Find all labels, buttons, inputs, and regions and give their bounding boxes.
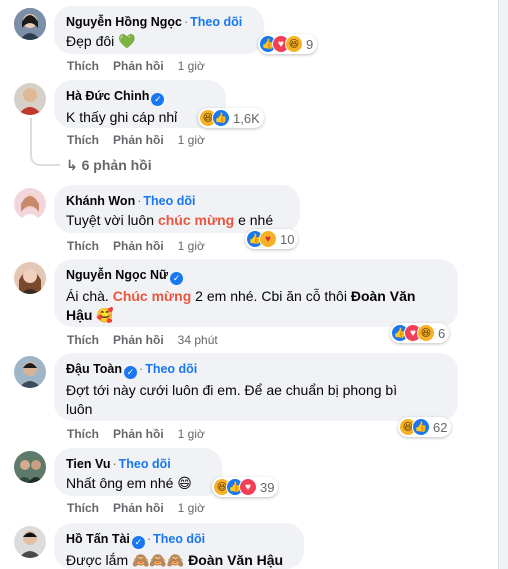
follow-button[interactable]: Theo dõi — [119, 457, 171, 471]
avatar-photo-icon — [14, 83, 46, 115]
timestamp[interactable]: 1 giờ — [178, 59, 205, 73]
reaction-count: 10 — [280, 231, 295, 247]
mention-link[interactable]: Đoàn Văn — [351, 288, 416, 304]
comment-bubble: Nguyễn Hồng Ngọc · Theo dõi Đẹp đôi 💚 — [54, 6, 264, 54]
reply-button[interactable]: Phản hồi — [113, 59, 164, 73]
commenter-name[interactable]: Nguyễn Hồng Ngọc — [66, 15, 182, 29]
verified-badge-icon: ✓ — [124, 366, 138, 379]
reaction-count: 1,6K — [233, 110, 260, 126]
comment-text: K thấy ghi cáp nhỉ — [66, 109, 178, 125]
timestamp[interactable]: 34 phút — [178, 333, 218, 347]
avatar-photo-icon — [14, 262, 46, 294]
avatar-photo-icon — [14, 451, 46, 483]
haha-reaction-icon: 😆 — [417, 324, 435, 342]
avatar-photo-icon — [14, 8, 46, 40]
comment-text: Đẹp đôi 💚 — [66, 33, 136, 49]
like-button[interactable]: Thích — [67, 239, 99, 253]
comment-text: Tuyệt vời luôn chúc mừng e nhé — [66, 212, 274, 228]
reaction-summary[interactable]: 😆 👍 62 — [398, 417, 452, 437]
thread-line — [30, 118, 60, 166]
mention-link[interactable]: Đoàn Văn Hậu — [188, 552, 283, 568]
follow-button[interactable]: Theo dõi — [153, 532, 205, 546]
comment-actions: Thích Phản hồi 1 giờ — [67, 59, 219, 73]
like-reaction-icon: 👍 — [212, 109, 230, 127]
timestamp[interactable]: 1 giờ — [178, 427, 205, 441]
reply-arrow-icon: ↳ — [66, 157, 82, 173]
commenter-name[interactable]: Nguyễn Ngọc Nữ — [66, 268, 168, 282]
like-reaction-icon: 👍 — [412, 418, 430, 436]
window-edge — [498, 0, 508, 569]
avatar[interactable] — [14, 526, 46, 558]
timestamp[interactable]: 1 giờ — [178, 133, 205, 147]
reaction-summary[interactable]: 👍 ♥ 😆 9 — [258, 34, 318, 54]
avatar[interactable] — [14, 8, 46, 40]
highlighted-tag: chúc mừng — [157, 212, 235, 228]
mention-link[interactable]: Hậu — [66, 307, 92, 323]
like-button[interactable]: Thích — [67, 59, 99, 73]
like-button[interactable]: Thích — [67, 427, 99, 441]
commenter-name[interactable]: Hà Đức Chinh — [66, 89, 149, 103]
comment-bubble: Đậu Toàn ✓ · Theo dõi Đợt tới này cưới luôn… — [54, 353, 458, 421]
reaction-summary[interactable]: 😆 👍 ♥ 39 — [212, 477, 279, 497]
reaction-count: 39 — [260, 479, 275, 495]
avatar[interactable] — [14, 188, 46, 220]
comment-actions: Thích Phản hồi 1 giờ — [67, 133, 219, 147]
view-replies-link[interactable]: ↳ 6 phản hồi — [66, 157, 152, 174]
avatar[interactable] — [14, 356, 46, 388]
comment-text: Ái chà. Chúc mừng 2 em nhé. Cbi ăn cỗ th… — [66, 288, 416, 323]
comment-bubble: Hồ Tấn Tài ✓ · Theo dõi Được lắm 🙈🙈🙈 Đoàn V… — [54, 523, 304, 569]
avatar[interactable] — [14, 83, 46, 115]
comment-actions: Thích Phản hồi 34 phút — [67, 333, 232, 347]
avatar-photo-icon — [14, 356, 46, 388]
verified-badge-icon: ✓ — [131, 536, 145, 549]
commenter-name[interactable]: Hồ Tấn Tài — [66, 532, 130, 546]
reply-button[interactable]: Phản hồi — [113, 239, 164, 253]
like-button[interactable]: Thích — [67, 501, 99, 515]
reply-button[interactable]: Phản hồi — [113, 133, 164, 147]
reaction-summary[interactable]: 👍 ♥ 😆 6 — [390, 323, 450, 343]
avatar-photo-icon — [14, 526, 46, 558]
reply-button[interactable]: Phản hồi — [113, 501, 164, 515]
avatar[interactable] — [14, 262, 46, 294]
commenter-name[interactable]: Tien Vu — [66, 457, 110, 471]
commenter-name[interactable]: Khánh Won — [66, 194, 135, 208]
verified-badge-icon: ✓ — [151, 93, 165, 106]
care-reaction-icon: ♥ — [259, 230, 277, 248]
reaction-summary[interactable]: 😆 👍 1,6K — [198, 108, 264, 128]
timestamp[interactable]: 1 giờ — [178, 501, 205, 515]
like-button[interactable]: Thích — [67, 333, 99, 347]
comment-bubble: Tien Vu · Theo dõi Nhất ông em nhé 😄 — [54, 448, 222, 496]
love-reaction-icon: ♥ — [239, 478, 257, 496]
reaction-count: 9 — [306, 36, 314, 52]
verified-badge-icon: ✓ — [170, 272, 184, 285]
reply-button[interactable]: Phản hồi — [113, 427, 164, 441]
like-button[interactable]: Thích — [67, 133, 99, 147]
haha-reaction-icon: 😆 — [285, 35, 303, 53]
avatar[interactable] — [14, 451, 46, 483]
comment-actions: Thích Phản hồi 1 giờ — [67, 427, 219, 441]
comment-text: Đợt tới này cưới luôn đi em. Để ae chuẩn… — [66, 382, 398, 417]
comment-actions: Thích Phản hồi 1 giờ — [67, 239, 219, 253]
comment-text: Nhất ông em nhé 😄 — [66, 475, 192, 491]
reaction-count: 62 — [433, 419, 448, 435]
comment-actions: Thích Phản hồi 1 giờ — [67, 501, 219, 515]
reaction-summary[interactable]: 👍 ♥ 10 — [245, 229, 299, 249]
comment-bubble: Khánh Won · Theo dõi Tuyệt vời luôn chúc m… — [54, 185, 300, 233]
avatar-photo-icon — [14, 188, 46, 220]
reply-button[interactable]: Phản hồi — [113, 333, 164, 347]
commenter-name[interactable]: Đậu Toàn — [66, 362, 122, 376]
comment-text: Được lắm 🙈🙈🙈 Đoàn Văn Hậu — [66, 552, 284, 568]
highlighted-tag: Chúc mừng — [112, 288, 192, 304]
follow-button[interactable]: Theo dõi — [190, 15, 242, 29]
comment-bubble: Nguyễn Ngọc Nữ ✓ Ái chà. Chúc mừng 2 em n… — [54, 259, 458, 327]
reaction-count: 6 — [438, 325, 446, 341]
follow-button[interactable]: Theo dõi — [143, 194, 195, 208]
timestamp[interactable]: 1 giờ — [178, 239, 205, 253]
follow-button[interactable]: Theo dõi — [145, 362, 197, 376]
